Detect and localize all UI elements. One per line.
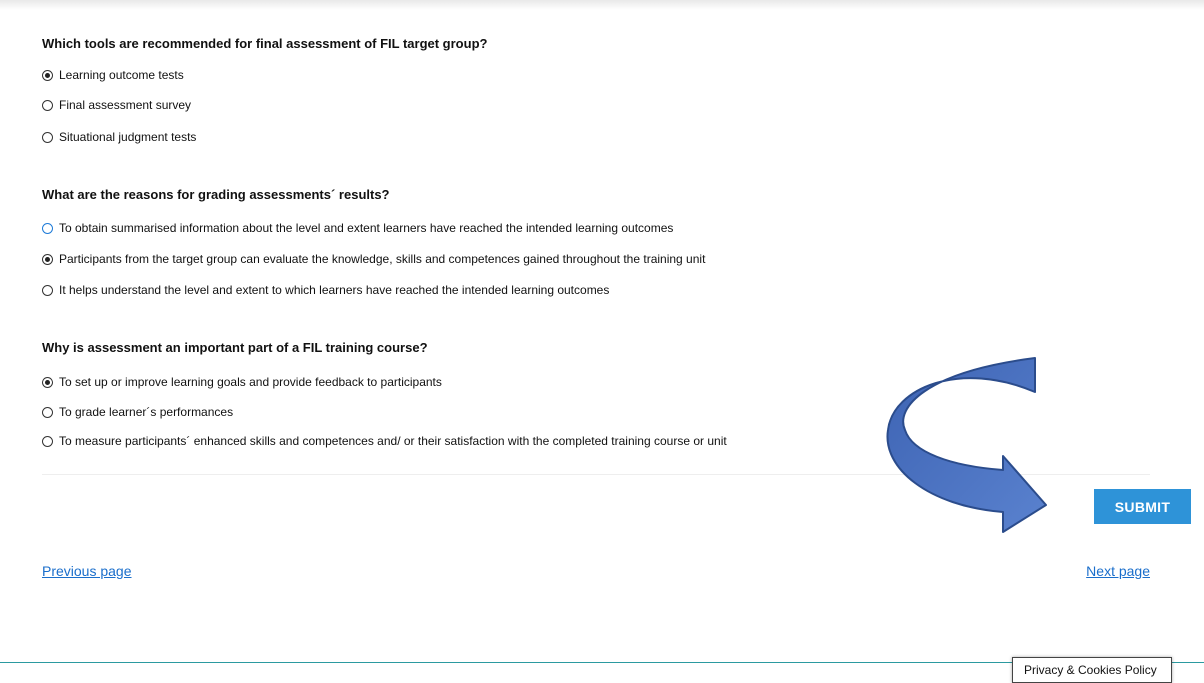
previous-page-link[interactable]: Previous page — [42, 563, 132, 579]
option-summarised-information[interactable]: To obtain summarised information about t… — [42, 220, 673, 236]
option-label: To measure participants´ enhanced skills… — [59, 434, 727, 448]
option-measure-skills-satisfaction[interactable]: To measure participants´ enhanced skills… — [42, 433, 727, 449]
option-label: To obtain summarised information about t… — [59, 221, 674, 235]
radio-button[interactable] — [42, 435, 53, 447]
form-divider — [42, 474, 1150, 475]
radio-button[interactable] — [42, 376, 53, 388]
privacy-cookies-policy-button[interactable]: Privacy & Cookies Policy — [1012, 657, 1172, 683]
submit-button[interactable]: SUBMIT — [1094, 489, 1191, 524]
radio-button[interactable] — [42, 69, 53, 81]
option-label: Participants from the target group can e… — [59, 252, 706, 266]
radio-button[interactable] — [42, 222, 53, 234]
option-label: Situational judgment tests — [59, 130, 197, 144]
option-grade-performances[interactable]: To grade learner´s performances — [42, 404, 233, 420]
option-label: It helps understand the level and extent… — [59, 283, 610, 297]
curved-arrow-shape — [886, 357, 1047, 533]
top-shadow — [0, 0, 1204, 10]
radio-button[interactable] — [42, 99, 53, 111]
next-page-link[interactable]: Next page — [1086, 563, 1150, 579]
question-title: Which tools are recommended for final as… — [42, 36, 488, 51]
question-title: What are the reasons for grading assessm… — [42, 187, 390, 202]
option-situational-judgment-tests[interactable]: Situational judgment tests — [42, 129, 196, 145]
option-final-assessment-survey[interactable]: Final assessment survey — [42, 97, 191, 113]
option-label: To set up or improve learning goals and … — [59, 375, 442, 389]
radio-button[interactable] — [42, 284, 53, 296]
radio-button[interactable] — [42, 253, 53, 265]
option-label: Learning outcome tests — [59, 68, 184, 82]
option-label: To grade learner´s performances — [59, 405, 234, 419]
option-participants-evaluate[interactable]: Participants from the target group can e… — [42, 251, 705, 267]
option-learning-outcome-tests[interactable]: Learning outcome tests — [42, 67, 184, 83]
option-learning-goals-feedback[interactable]: To set up or improve learning goals and … — [42, 374, 442, 390]
radio-button[interactable] — [42, 131, 53, 143]
question-title: Why is assessment an important part of a… — [42, 340, 428, 355]
option-helps-understand-level[interactable]: It helps understand the level and extent… — [42, 282, 609, 298]
option-label: Final assessment survey — [59, 98, 192, 112]
radio-button[interactable] — [42, 406, 53, 418]
